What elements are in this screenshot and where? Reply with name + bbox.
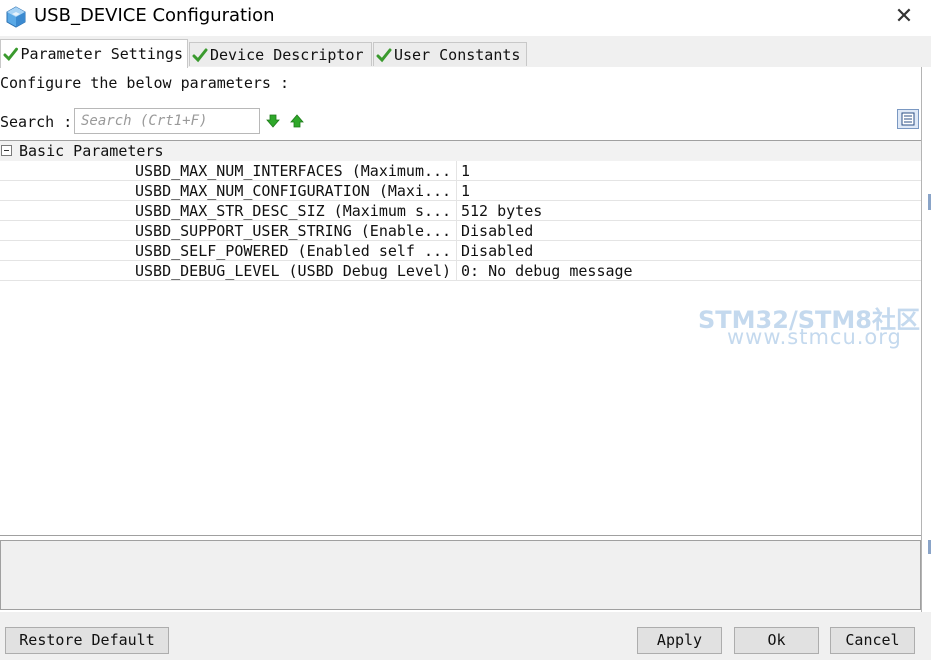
tab-strip: Parameter Settings Device Descriptor Use… [0,36,931,68]
table-row[interactable]: USBD_MAX_NUM_CONFIGURATION (Maxi... 1 [0,181,921,201]
panel-border [921,67,922,612]
search-label: Search : [0,113,73,131]
tab-device-descriptor[interactable]: Device Descriptor [189,42,372,66]
list-view-icon [901,112,915,126]
apply-button[interactable]: Apply [637,627,722,654]
tab-parameter-settings[interactable]: Parameter Settings [0,39,188,68]
check-icon [3,47,18,61]
table-row[interactable]: USBD_SUPPORT_USER_STRING (Enable... Disa… [0,221,921,241]
group-label: Basic Parameters [19,142,164,160]
tab-label: Parameter Settings [20,45,183,63]
parameter-value[interactable]: 1 [461,162,470,180]
parameter-name: USBD_SUPPORT_USER_STRING (Enable... [135,222,452,240]
parameter-name: USBD_MAX_NUM_INTERFACES (Maximum... [135,162,452,180]
search-input[interactable] [74,108,260,134]
cancel-button[interactable]: Cancel [830,627,915,654]
title-bar: USB_DEVICE Configuration ✕ [0,0,931,36]
close-icon[interactable]: ✕ [890,4,918,30]
tab-label: User Constants [394,45,521,64]
restore-default-button[interactable]: Restore Default [5,627,169,654]
right-edge [922,67,931,612]
parameter-value[interactable]: 1 [461,182,470,200]
tab-user-constants[interactable]: User Constants [373,42,527,66]
parameter-value[interactable]: 0: No debug message [461,262,633,280]
table-row[interactable]: USBD_MAX_STR_DESC_SIZ (Maximum s... 512 … [0,201,921,221]
arrow-down-icon[interactable] [266,114,280,128]
check-icon [376,48,392,62]
list-view-button[interactable] [897,109,919,129]
collapse-icon[interactable] [1,145,12,156]
parameter-value[interactable]: 512 bytes [461,202,542,220]
table-row[interactable]: USBD_MAX_NUM_INTERFACES (Maximum... 1 [0,161,921,181]
check-icon [192,48,208,62]
table-row[interactable]: USBD_DEBUG_LEVEL (USBD Debug Level) 0: N… [0,261,921,281]
description-box [0,540,921,610]
ok-button[interactable]: Ok [734,627,819,654]
group-basic-parameters[interactable]: Basic Parameters [0,141,921,161]
watermark-url: www.stmcu.org [727,325,902,349]
tab-label: Device Descriptor [210,45,364,64]
parameter-name: USBD_MAX_STR_DESC_SIZ (Maximum s... [135,202,452,220]
cube-app-icon [6,6,26,28]
parameter-value[interactable]: Disabled [461,222,533,240]
arrow-up-icon[interactable] [290,114,304,128]
configure-instructions: Configure the below parameters : [0,74,289,92]
window-title: USB_DEVICE Configuration [34,5,275,26]
table-row[interactable]: USBD_SELF_POWERED (Enabled self ... Disa… [0,241,921,261]
parameter-name: USBD_MAX_NUM_CONFIGURATION (Maxi... [135,182,452,200]
parameter-name: USBD_DEBUG_LEVEL (USBD Debug Level) [135,262,452,280]
parameter-value[interactable]: Disabled [461,242,533,260]
parameter-name: USBD_SELF_POWERED (Enabled self ... [135,242,452,260]
